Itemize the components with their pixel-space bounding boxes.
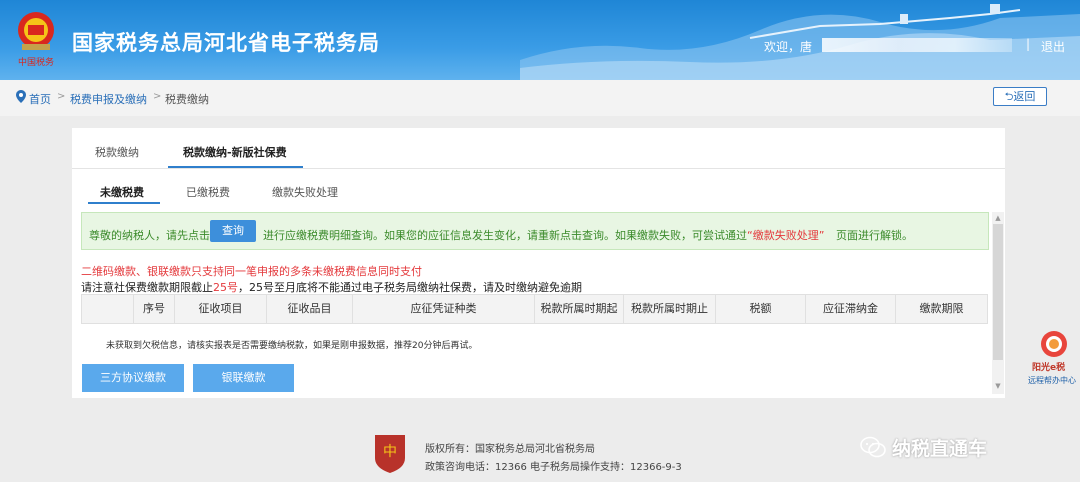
tab-social-security-payment[interactable]: 税款缴纳-新版社保费 (183, 144, 287, 160)
helper-title: 阳光e税 (1032, 363, 1066, 373)
tab-paid[interactable]: 已缴税费 (186, 184, 230, 200)
unpaid-tax-table-header: 序号 征收项目 征收品目 应征凭证种类 税款所属时期起 税款所属时期止 税额 应… (81, 294, 988, 324)
header-separator: | (1026, 37, 1031, 51)
breadcrumb-separator: > (57, 91, 66, 102)
table-header-subitem: 征收品目 (267, 295, 353, 323)
deadline-prefix: 请注意社保费缴款期限截止 (81, 281, 213, 294)
table-header-period-start: 税款所属时期起 (535, 295, 624, 323)
site-title: 国家税务总局河北省电子税务局 (72, 31, 380, 55)
table-header-period-end: 税款所属时期止 (624, 295, 716, 323)
svg-text:中国税务: 中国税务 (18, 56, 54, 68)
empty-table-message: 未获取到欠税信息，请核实报表是否需要缴纳税款，如果是刚申报数据，推荐20分钟后再… (106, 341, 478, 351)
table-header-tax-amount: 税额 (716, 295, 806, 323)
footer-contact: 政策咨询电话：12366 电子税务局操作支持：12366-9-3 (425, 462, 682, 473)
scroll-down-icon[interactable]: ▼ (994, 382, 1002, 390)
deadline-suffix: ，25号至月底将不能通过电子税务局缴纳社保费，请及时缴纳避免逾期 (238, 281, 582, 294)
query-button[interactable]: 查询 (210, 220, 256, 242)
table-header-voucher-type: 应征凭证种类 (353, 295, 535, 323)
table-header-checkbox (82, 295, 134, 323)
watermark: 纳税直通车 (860, 434, 987, 460)
back-button[interactable]: ⮌返回 (993, 87, 1047, 106)
scroll-up-icon[interactable]: ▲ (994, 214, 1002, 222)
tab-payment-failed[interactable]: 缴款失败处理 (272, 184, 338, 200)
masked-username (822, 38, 1012, 52)
notice-prefix: 尊敬的纳税人，请先点击 (89, 229, 210, 242)
footer-copyright: 版权所有：国家税务总局河北省税务局 (425, 444, 595, 455)
tax-shield-logo: 中 (375, 435, 405, 473)
breadcrumb-current: 税费缴纳 (165, 93, 209, 106)
tax-emblem-logo: 中国税务 (18, 12, 54, 68)
unionpay-payment-button[interactable]: 银联缴款 (193, 364, 294, 392)
notice-suffix: 页面进行解锁。 (836, 229, 913, 242)
notice-middle: 进行应缴税费明细查询。如果您的应征信息发生变化，请重新点击查询。如果缴款失败，可… (263, 229, 747, 242)
payment-failed-link[interactable]: “缴款失败处理” (747, 227, 824, 243)
svg-text:中: 中 (383, 444, 397, 460)
back-button-label: 返回 (1013, 90, 1036, 103)
vertical-scrollbar[interactable]: ▲ ▼ (992, 212, 1004, 394)
site-header: 中国税务 国家税务总局河北省电子税务局 欢迎，唐 | 退出 (0, 0, 1080, 80)
breadcrumb-item-declaration[interactable]: 税费申报及缴纳 (70, 91, 147, 107)
location-pin-icon (16, 90, 26, 103)
tab-tax-payment[interactable]: 税款缴纳 (95, 144, 139, 160)
logout-link[interactable]: 退出 (1041, 38, 1065, 55)
table-header-item: 征收项目 (175, 295, 267, 323)
active-subtab-indicator (88, 202, 160, 204)
site-footer: 中 版权所有：国家税务总局河北省税务局 政策咨询电话：12366 电子税务局操作… (0, 422, 1080, 482)
breadcrumb-home[interactable]: 首页 (29, 91, 51, 107)
breadcrumb: 首页 > 税费申报及缴纳 > 税费缴纳 (0, 80, 1080, 116)
deadline-highlight: 25号 (213, 281, 238, 294)
breadcrumb-separator: > (153, 91, 162, 102)
table-header-late-fee: 应征滞纳金 (806, 295, 896, 323)
tab-unpaid[interactable]: 未缴税费 (100, 184, 144, 200)
watermark-text: 纳税直通车 (892, 437, 988, 460)
table-header-index: 序号 (134, 295, 175, 323)
helper-subtitle: 远程帮办中心 (1028, 376, 1076, 385)
tripartite-payment-button[interactable]: 三方协议缴款 (82, 364, 184, 392)
welcome-text: 欢迎，唐 (764, 40, 813, 54)
tab-divider (72, 168, 1005, 169)
payment-method-warning: 二维码缴款、银联缴款只支持同一笔申报的多条未缴税费信息同时支付 (81, 265, 422, 278)
wechat-icon (860, 436, 886, 458)
sunshine-etax-logo (1041, 331, 1067, 357)
table-header-deadline: 缴款期限 (919, 302, 964, 315)
main-panel: 税款缴纳 税款缴纳-新版社保费 未缴税费 已缴税费 缴款失败处理 尊敬的纳税人，… (72, 128, 1005, 398)
remote-help-widget[interactable]: 阳光e税 远程帮办中心 (1026, 330, 1080, 390)
info-notice: 尊敬的纳税人，请先点击 查询 进行应缴税费明细查询。如果您的应征信息发生变化，请… (81, 212, 989, 250)
scrollbar-thumb[interactable] (993, 224, 1003, 360)
deadline-notice: 请注意社保费缴款期限截止25号，25号至月底将不能通过电子税务局缴纳社保费，请及… (81, 279, 582, 295)
